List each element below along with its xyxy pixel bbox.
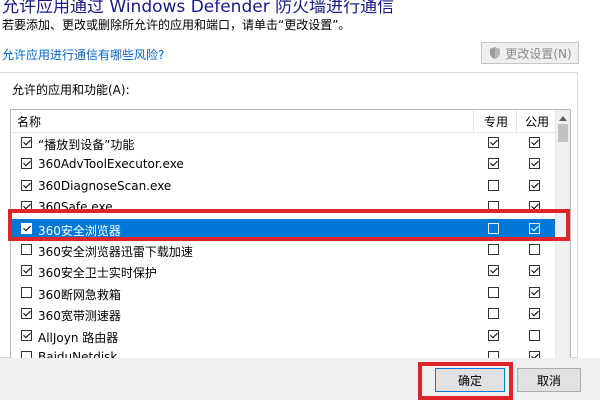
app-name: 360宽带测速器 <box>38 309 121 324</box>
app-enable-checkbox[interactable] <box>21 158 32 170</box>
ok-button[interactable]: 确定 <box>435 368 505 392</box>
app-enable-checkbox[interactable] <box>21 222 32 234</box>
app-name: 360AdvToolExecutor.exe <box>38 157 184 172</box>
private-network-checkbox[interactable] <box>488 308 499 320</box>
private-network-checkbox[interactable] <box>488 222 499 234</box>
private-network-checkbox[interactable] <box>488 329 499 341</box>
app-enable-checkbox[interactable] <box>21 137 32 148</box>
app-enable-checkbox[interactable] <box>21 201 32 213</box>
private-network-checkbox[interactable] <box>488 286 499 298</box>
change-settings-label: 更改设置(N) <box>505 46 572 61</box>
public-network-checkbox[interactable] <box>529 286 540 298</box>
change-settings-button[interactable]: 更改设置(N) <box>481 42 579 64</box>
list-header: 名称 专用 公用 <box>11 110 557 133</box>
app-row[interactable]: 360宽带测速器 <box>11 304 557 325</box>
allowed-apps-label: 允许的应用和功能(A): <box>12 83 130 97</box>
scroll-up-arrow-icon[interactable] <box>559 116 567 121</box>
app-enable-checkbox[interactable] <box>21 350 32 358</box>
app-name: 360安全卫士实时保护 <box>38 266 157 281</box>
app-name: 360安全浏览器迅雷下载加速 <box>38 244 193 259</box>
private-network-checkbox[interactable] <box>488 179 499 191</box>
app-name: AllJoyn 路由器 <box>38 330 119 345</box>
vertical-scrollbar[interactable] <box>555 110 570 358</box>
app-name: BaiduNetdisk <box>38 349 118 358</box>
private-network-checkbox[interactable] <box>488 265 499 277</box>
private-network-checkbox[interactable] <box>488 243 499 255</box>
allowed-apps-list[interactable]: 名称 专用 公用 “播放到设备”功能 360AdvToolExecutor.exe… <box>10 109 571 358</box>
app-row[interactable]: 360AdvToolExecutor.exe <box>11 154 557 175</box>
column-header-name[interactable]: 名称 <box>17 113 41 130</box>
column-header-public[interactable]: 公用 <box>519 113 555 130</box>
app-enable-checkbox[interactable] <box>21 308 32 320</box>
app-name: 360Safe.exe <box>38 200 113 215</box>
public-network-checkbox[interactable] <box>529 179 540 191</box>
private-network-checkbox[interactable] <box>488 158 499 170</box>
window-heading: 允许应用通过 Windows Defender 防火墙进行通信 <box>2 0 395 17</box>
column-divider <box>473 110 474 132</box>
public-network-checkbox[interactable] <box>529 222 540 234</box>
app-name: 360安全浏览器 <box>38 223 121 238</box>
public-network-checkbox[interactable] <box>529 243 540 255</box>
app-enable-checkbox[interactable] <box>21 329 32 341</box>
app-row[interactable]: AllJoyn 路由器 <box>11 326 557 347</box>
app-row[interactable]: 360Safe.exe <box>11 197 557 218</box>
app-name: “播放到设备”功能 <box>38 138 135 152</box>
app-enable-checkbox[interactable] <box>21 265 32 277</box>
public-network-checkbox[interactable] <box>529 350 540 358</box>
app-row[interactable]: 360安全浏览器 <box>11 218 557 240</box>
private-network-checkbox[interactable] <box>488 350 499 358</box>
public-network-checkbox[interactable] <box>529 265 540 277</box>
public-network-checkbox[interactable] <box>529 201 540 213</box>
app-row[interactable]: 360断网急救箱 <box>11 283 557 304</box>
column-divider <box>516 110 517 132</box>
app-enable-checkbox[interactable] <box>21 286 32 298</box>
public-network-checkbox[interactable] <box>529 308 540 320</box>
column-header-private[interactable]: 专用 <box>479 113 513 130</box>
risk-info-link[interactable]: 允许应用进行通信有哪些风险? <box>2 46 164 63</box>
public-network-checkbox[interactable] <box>529 158 540 170</box>
scroll-thumb[interactable] <box>558 124 568 142</box>
app-enable-checkbox[interactable] <box>21 179 32 191</box>
app-name: 360DiagnoseScan.exe <box>38 178 172 193</box>
app-rows: “播放到设备”功能 360AdvToolExecutor.exe 360Diagno… <box>11 133 557 358</box>
app-row[interactable]: 360安全卫士实时保护 <box>11 261 557 282</box>
private-network-checkbox[interactable] <box>488 137 499 148</box>
shield-icon <box>488 46 502 60</box>
public-network-checkbox[interactable] <box>529 137 540 148</box>
private-network-checkbox[interactable] <box>488 201 499 213</box>
instruction-text: 若要添加、更改或删除所允许的应用和端口，请单击“更改设置”。 <box>2 18 351 32</box>
app-row[interactable]: 360DiagnoseScan.exe <box>11 176 557 197</box>
cancel-button[interactable]: 取消 <box>517 368 581 392</box>
app-row[interactable]: BaiduNetdisk <box>11 347 557 358</box>
app-enable-checkbox[interactable] <box>21 243 32 255</box>
app-row[interactable]: 360安全浏览器迅雷下载加速 <box>11 240 557 261</box>
app-row[interactable]: “播放到设备”功能 <box>11 133 557 154</box>
public-network-checkbox[interactable] <box>529 329 540 341</box>
app-name: 360断网急救箱 <box>38 287 121 302</box>
dialog-footer <box>0 358 600 400</box>
